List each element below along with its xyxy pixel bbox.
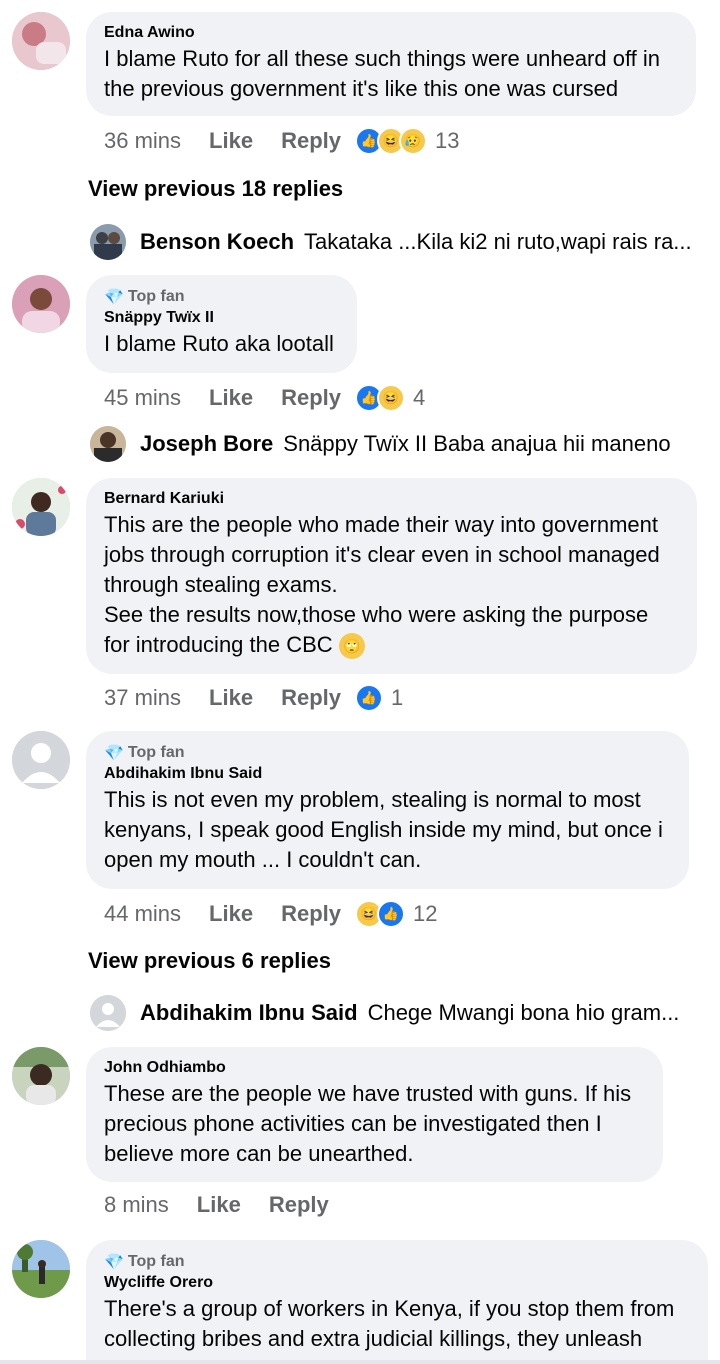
like-button[interactable]: Like <box>209 685 253 711</box>
comment-text: I blame Ruto for all these such things w… <box>104 46 661 101</box>
comment-time[interactable]: 44 mins <box>104 901 181 927</box>
like-icon: 👍 <box>355 684 383 712</box>
reply-button[interactable]: Reply <box>281 901 341 927</box>
comment-bubble: 💎 Top fan Wycliffe Orero There's a group … <box>86 1240 708 1364</box>
comment-actions: 37 mins Like Reply 👍 1 <box>104 684 403 712</box>
diamond-icon: 💎 <box>104 1254 124 1271</box>
like-icon: 👍 <box>377 900 405 928</box>
comment-time[interactable]: 36 mins <box>104 128 181 154</box>
reply-button[interactable]: Reply <box>269 1192 329 1218</box>
top-fan-badge: 💎 Top fan <box>104 744 185 762</box>
comment-actions: 44 mins Like Reply 😆 👍 12 <box>104 900 437 928</box>
comment-bubble: Edna Awino I blame Ruto for all these su… <box>86 12 696 116</box>
view-previous-replies[interactable]: View previous 18 replies <box>88 176 343 202</box>
reply-preview[interactable]: Abdihakim Ibnu Said Chege Mwangi bona hi… <box>90 995 700 1031</box>
comment-author[interactable]: Edna Awino <box>104 24 678 42</box>
diamond-icon: 💎 <box>104 745 124 762</box>
comment-text: There's a group of workers in Kenya, if … <box>104 1296 675 1351</box>
comment-text: These are the people we have trusted wit… <box>104 1081 632 1166</box>
reply-author[interactable]: Joseph Bore <box>140 431 273 457</box>
like-button[interactable]: Like <box>197 1192 241 1218</box>
avatar[interactable] <box>12 12 70 70</box>
reply-author[interactable]: Abdihakim Ibnu Said <box>140 1000 358 1026</box>
bottom-divider <box>0 1360 720 1364</box>
reaction-count: 4 <box>413 385 426 410</box>
comment-actions: 8 mins Like Reply <box>104 1192 357 1218</box>
comment-bubble: John Odhiambo These are the people we ha… <box>86 1047 663 1182</box>
avatar <box>90 995 126 1031</box>
avatar[interactable] <box>12 731 70 789</box>
like-button[interactable]: Like <box>209 901 253 927</box>
comment-author[interactable]: Bernard Kariuki <box>104 490 679 508</box>
avatar <box>90 224 126 260</box>
like-button[interactable]: Like <box>209 128 253 154</box>
comment-author[interactable]: Wycliffe Orero <box>104 1274 690 1292</box>
comment-author[interactable]: Snäppy Twïx II <box>104 309 339 327</box>
reply-text: Takataka ...Kila ki2 ni ruto,wapi rais r… <box>304 229 692 254</box>
view-previous-replies[interactable]: View previous 6 replies <box>88 948 331 974</box>
comment-author[interactable]: John Odhiambo <box>104 1059 645 1077</box>
sad-icon: 😥 <box>399 127 427 155</box>
comment-time[interactable]: 8 mins <box>104 1192 169 1218</box>
reaction-count: 1 <box>391 685 404 710</box>
reactions-summary[interactable]: 😆 👍 12 <box>355 900 437 928</box>
avatar[interactable] <box>12 478 70 536</box>
top-fan-badge: 💎 Top fan <box>104 288 185 306</box>
avatar[interactable] <box>12 1047 70 1105</box>
reaction-count: 12 <box>413 901 438 926</box>
comment-bubble: 💎 Top fan Snäppy Twïx II I blame Ruto aka… <box>86 275 357 373</box>
avatar[interactable] <box>12 275 70 333</box>
rolling-eyes-emoji: 🙄 <box>338 633 365 660</box>
reaction-count: 13 <box>435 128 460 153</box>
comment-bubble: Bernard Kariuki This are the people who … <box>86 478 697 674</box>
diamond-icon: 💎 <box>104 289 124 306</box>
comment-actions: 36 mins Like Reply 👍 😆 😥 13 <box>104 127 459 155</box>
comment-text: This are the people who made their way i… <box>104 510 679 660</box>
reply-preview[interactable]: Benson Koech Takataka ...Kila ki2 ni rut… <box>90 224 700 260</box>
reply-author[interactable]: Benson Koech <box>140 229 294 255</box>
comment-author[interactable]: Abdihakim Ibnu Said <box>104 765 671 783</box>
haha-icon: 😆 <box>377 384 405 412</box>
like-button[interactable]: Like <box>209 385 253 411</box>
avatar[interactable] <box>12 1240 70 1298</box>
comment-time[interactable]: 37 mins <box>104 685 181 711</box>
comment-actions: 45 mins Like Reply 👍 😆 4 <box>104 384 425 412</box>
comment-text: This is not even my problem, stealing is… <box>104 787 663 872</box>
comment-bubble: 💎 Top fan Abdihakim Ibnu Said This is not… <box>86 731 689 889</box>
reply-button[interactable]: Reply <box>281 128 341 154</box>
reply-text: Snäppy Twïx II Baba anajua hii maneno <box>283 431 671 456</box>
reply-preview[interactable]: Joseph Bore Snäppy Twïx II Baba anajua h… <box>90 426 700 462</box>
reply-text: Chege Mwangi bona hio gram... <box>367 1000 680 1025</box>
top-fan-badge: 💎 Top fan <box>104 1253 185 1271</box>
reactions-summary[interactable]: 👍 😆 4 <box>355 384 425 412</box>
avatar <box>90 426 126 462</box>
comment-text: I blame Ruto aka lootall <box>104 331 334 356</box>
reply-button[interactable]: Reply <box>281 385 341 411</box>
reactions-summary[interactable]: 👍 😆 😥 13 <box>355 127 459 155</box>
comment-time[interactable]: 45 mins <box>104 385 181 411</box>
reply-button[interactable]: Reply <box>281 685 341 711</box>
reactions-summary[interactable]: 👍 1 <box>355 684 403 712</box>
